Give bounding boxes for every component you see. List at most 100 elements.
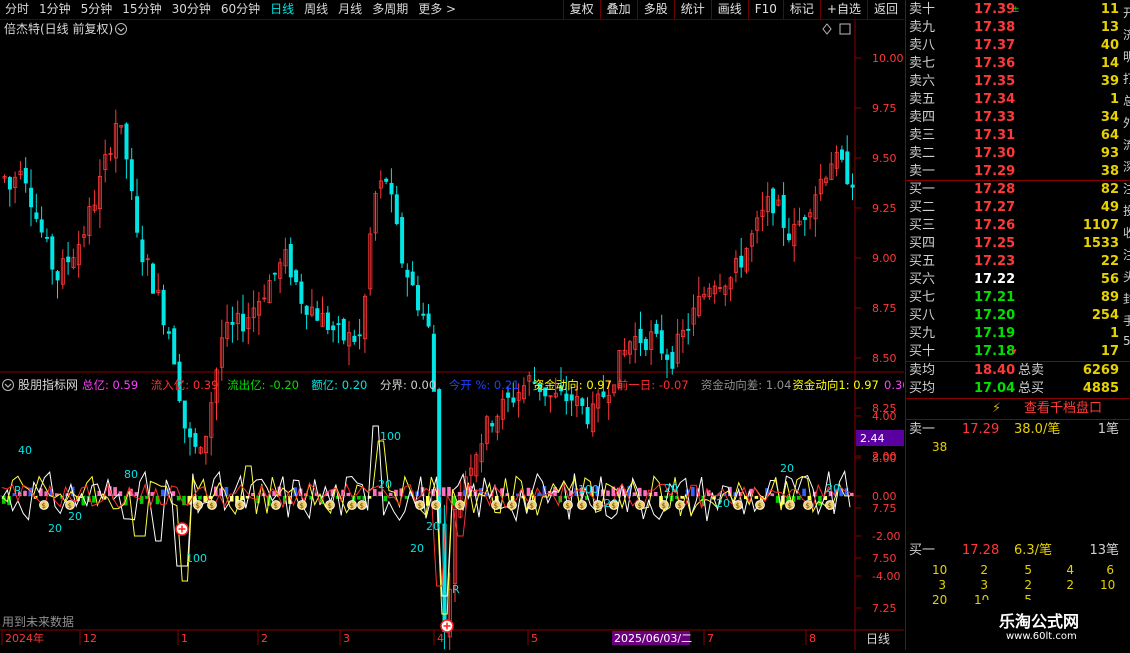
money-bag-icon: $	[235, 500, 245, 510]
bid-row-1[interactable]: 买二 17.27 49	[906, 199, 1130, 217]
window-icon[interactable]	[839, 23, 851, 35]
order-price: 17.23	[974, 254, 1016, 269]
order-label: 卖七	[909, 56, 936, 71]
period-tab-0[interactable]: 分时	[0, 0, 34, 19]
svg-text:$: $	[596, 502, 600, 510]
order-price: 17.30	[974, 146, 1016, 161]
diamond-icon[interactable]	[822, 23, 832, 35]
order-flag-icon: ▾	[1012, 347, 1017, 357]
money-bag-icon: $	[659, 500, 669, 510]
toolbar-button-8[interactable]: 返回	[866, 0, 904, 19]
qianli-panel-button[interactable]: ⚡ 查看千档盘口	[906, 399, 1130, 419]
period-tab-1[interactable]: 1分钟	[34, 0, 76, 19]
order-price: 17.34	[974, 92, 1016, 107]
ask-row-6[interactable]: 卖四 17.33 34	[906, 109, 1130, 127]
buy1-queue-item: 10	[932, 563, 948, 577]
candle-body	[415, 285, 420, 311]
bid-row-0[interactable]: 买一 17.28 82	[906, 181, 1130, 199]
order-price: 17.25	[974, 236, 1016, 251]
toolbar-button-1[interactable]: 叠加	[599, 0, 637, 19]
buy1-queue-item: 2	[1024, 578, 1032, 592]
order-price: 17.35	[974, 74, 1016, 89]
candle-body	[304, 305, 309, 315]
ask-row-2[interactable]: 卖八 17.37 40	[906, 37, 1130, 55]
order-price: 17.19	[974, 326, 1016, 341]
money-bag-icon: $	[593, 500, 603, 510]
bid-row-3[interactable]: 买四 17.25 1533	[906, 235, 1130, 253]
toolbar-button-4[interactable]: 画线	[710, 0, 748, 19]
indicator-signal-label: 20	[426, 520, 440, 533]
order-price: 17.21	[974, 290, 1016, 305]
ask-row-1[interactable]: 卖九 17.38 13	[906, 19, 1130, 37]
flow-bar	[606, 490, 610, 496]
edge-text: 头	[1123, 270, 1130, 284]
date-tick-label: 5	[531, 632, 538, 645]
period-tab-7[interactable]: 周线	[299, 0, 333, 19]
flow-bar	[643, 490, 647, 496]
candle-body	[325, 312, 330, 331]
edge-text: 注	[1123, 248, 1130, 262]
candle-body	[771, 188, 776, 214]
period-tab-6[interactable]: 日线	[265, 0, 299, 19]
bid-row-9[interactable]: 买十 17.18 17 ▾	[906, 343, 1130, 361]
indicator-value-2: 流出亿: -0.20	[227, 378, 299, 392]
candle-body	[569, 394, 574, 401]
ask-row-9[interactable]: 卖一 17.29 38	[906, 163, 1130, 181]
period-tab-2[interactable]: 5分钟	[76, 0, 118, 19]
candle-body	[172, 328, 177, 365]
toolbar-button-7[interactable]: +自选	[819, 0, 867, 19]
flow-bar	[388, 492, 393, 496]
bid-row-6[interactable]: 买七 17.21 89	[906, 289, 1130, 307]
toolbar-button-5[interactable]: F10	[747, 0, 783, 19]
period-tab-8[interactable]: 月线	[333, 0, 367, 19]
indicator-signal-label: 20	[68, 510, 82, 523]
ask-row-8[interactable]: 卖二 17.30 93	[906, 145, 1130, 163]
period-tab-9[interactable]: 多周期	[367, 0, 413, 19]
order-volume: 56	[1100, 272, 1119, 287]
edge-text: 5	[1123, 334, 1130, 348]
toolbar-button-0[interactable]: 复权	[562, 0, 600, 19]
order-volume: 13	[1100, 20, 1119, 35]
bid-row-5[interactable]: 买六 17.22 56	[906, 271, 1130, 289]
bid-row-7[interactable]: 买八 17.20 254	[906, 307, 1130, 325]
indicator-value-1: 流入亿: 0.39	[151, 378, 219, 392]
candle-body	[405, 269, 410, 278]
toolbar-button-2[interactable]: 多股	[636, 0, 674, 19]
edge-text: 外	[1123, 116, 1130, 130]
toolbar-button-3[interactable]: 统计	[673, 0, 711, 19]
period-tab-3[interactable]: 15分钟	[117, 0, 166, 19]
order-volume: 34	[1100, 110, 1119, 125]
candle-body	[294, 270, 299, 283]
order-label: 卖三	[909, 128, 936, 143]
chart-svg[interactable]: 10.009.759.509.259.008.758.508.258.007.7…	[0, 20, 910, 653]
candle-body	[781, 195, 786, 228]
bid-row-2[interactable]: 买三 17.26 1107	[906, 217, 1130, 235]
ask-row-7[interactable]: 卖三 17.31 64	[906, 127, 1130, 145]
order-price: 17.20	[974, 308, 1016, 323]
order-label: 卖五	[909, 92, 936, 107]
flow-bar	[203, 496, 207, 502]
order-volume: 38	[1100, 164, 1119, 179]
avg-label: 买均	[909, 381, 936, 396]
svg-text:$: $	[360, 502, 364, 510]
svg-text:$: $	[68, 502, 72, 510]
toolbar-button-6[interactable]: 标记	[782, 0, 820, 19]
order-volume: 49	[1100, 200, 1119, 215]
ask-row-5[interactable]: 卖五 17.34 1	[906, 91, 1130, 109]
ask-row-0[interactable]: 卖十 17.39 11 ±	[906, 1, 1130, 19]
candle-body	[638, 328, 643, 344]
chart-toolbar: 分时 1分钟 5分钟 15分钟 30分钟 60分钟 日线 周线 月线 多周期 更多 > 复权 叠加 多股…	[0, 0, 904, 20]
bid-row-8[interactable]: 买九 17.19 1	[906, 325, 1130, 343]
chevron-down-icon[interactable]	[2, 379, 14, 391]
ask-row-3[interactable]: 卖七 17.36 14	[906, 55, 1130, 73]
ask-row-4[interactable]: 卖六 17.35 39	[906, 73, 1130, 91]
detail-price: 17.29	[962, 422, 1000, 437]
bid-row-4[interactable]: 买五 17.23 22	[906, 253, 1130, 271]
period-tab-5[interactable]: 60分钟	[216, 0, 265, 19]
chevron-down-icon[interactable]	[115, 23, 127, 35]
period-tab-10[interactable]: 更多 >	[413, 0, 461, 19]
edge-text: 济	[1123, 28, 1130, 42]
order-volume: 82	[1100, 182, 1119, 197]
chart-area[interactable]: 10.00 9.75 9.50 9.25 9.00 8.75 8.50 8.25 8.00 7.7…	[0, 20, 910, 653]
period-tab-4[interactable]: 30分钟	[167, 0, 216, 19]
